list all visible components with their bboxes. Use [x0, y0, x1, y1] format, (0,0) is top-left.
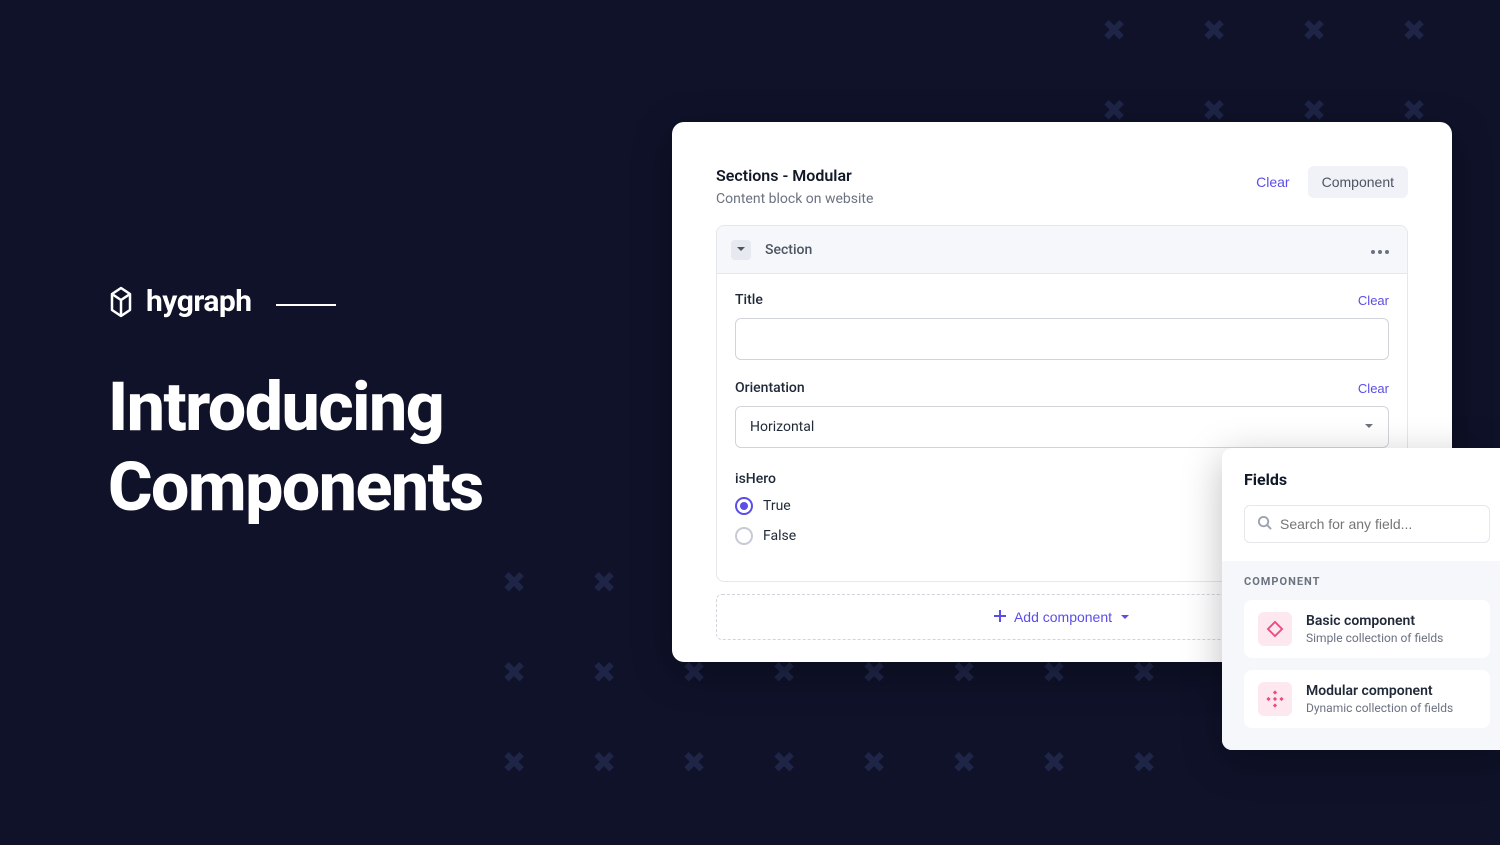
brand-name: hygraph	[146, 284, 252, 319]
radio-label-false: False	[763, 528, 796, 544]
x-icon	[1300, 20, 1326, 46]
clear-button[interactable]: Clear	[1248, 168, 1297, 196]
x-icon	[860, 752, 886, 778]
x-icon	[950, 752, 976, 778]
item-title: Modular component	[1306, 683, 1453, 699]
x-icon	[500, 572, 526, 598]
x-icon	[1040, 752, 1066, 778]
item-subtitle: Dynamic collection of fields	[1306, 701, 1453, 715]
x-icon	[590, 752, 616, 778]
radio-icon	[735, 497, 753, 515]
title-input[interactable]	[735, 318, 1389, 360]
section-name: Section	[765, 242, 812, 258]
x-icon	[770, 752, 796, 778]
diamond-grid-icon	[1258, 682, 1292, 716]
popover-section-label: COMPONENT	[1244, 575, 1490, 588]
title-label: Title	[735, 292, 763, 308]
more-button[interactable]	[1367, 238, 1393, 261]
orientation-field: Orientation Clear Horizontal	[735, 380, 1389, 448]
x-icon	[680, 662, 706, 688]
x-icon	[1040, 662, 1066, 688]
title-field: Title Clear	[735, 292, 1389, 360]
divider	[276, 304, 336, 306]
chevron-down-icon	[1364, 419, 1374, 435]
x-icon	[590, 662, 616, 688]
diamond-icon	[1258, 612, 1292, 646]
headline-line1: Introducing	[108, 367, 483, 447]
field-search-input[interactable]	[1280, 516, 1477, 532]
x-icon	[500, 662, 526, 688]
item-subtitle: Simple collection of fields	[1306, 631, 1443, 645]
x-icon	[500, 752, 526, 778]
radio-icon	[735, 527, 753, 545]
component-button[interactable]: Component	[1308, 166, 1408, 198]
fields-popover: Fields COMPONENT Basic component Simple …	[1222, 448, 1500, 750]
brand: hygraph	[108, 284, 483, 319]
field-type-modular-component[interactable]: Modular component Dynamic collection of …	[1244, 670, 1490, 728]
x-icon	[590, 572, 616, 598]
card-title: Sections - Modular	[716, 166, 873, 185]
x-icon	[1200, 20, 1226, 46]
orientation-label: Orientation	[735, 380, 805, 396]
field-search[interactable]	[1244, 505, 1490, 543]
orientation-select[interactable]: Horizontal	[735, 406, 1389, 448]
headline: Introducing Components	[108, 367, 483, 527]
plus-icon	[994, 609, 1006, 625]
collapse-button[interactable]	[731, 240, 751, 260]
x-icon	[1130, 752, 1156, 778]
radio-label-true: True	[763, 498, 791, 514]
hygraph-logo-icon	[108, 286, 134, 318]
orientation-clear-button[interactable]: Clear	[1358, 381, 1389, 396]
x-icon	[680, 752, 706, 778]
section-header: Section	[717, 226, 1407, 274]
item-title: Basic component	[1306, 613, 1443, 629]
title-clear-button[interactable]: Clear	[1358, 293, 1389, 308]
x-icon	[860, 662, 886, 688]
x-icon	[1100, 20, 1126, 46]
ishero-label: isHero	[735, 471, 776, 487]
chevron-down-icon	[1120, 609, 1130, 625]
popover-title: Fields	[1222, 470, 1500, 489]
x-icon	[950, 662, 976, 688]
x-icon	[1130, 662, 1156, 688]
dots-horizontal-icon	[1371, 242, 1389, 257]
card-subtitle: Content block on website	[716, 191, 873, 207]
x-icon	[1400, 20, 1426, 46]
headline-line2: Components	[108, 447, 483, 527]
search-icon	[1257, 515, 1272, 534]
x-icon	[770, 662, 796, 688]
add-component-label: Add component	[1014, 609, 1112, 625]
orientation-value: Horizontal	[750, 419, 814, 435]
field-type-basic-component[interactable]: Basic component Simple collection of fie…	[1244, 600, 1490, 658]
chevron-down-icon	[736, 242, 746, 257]
